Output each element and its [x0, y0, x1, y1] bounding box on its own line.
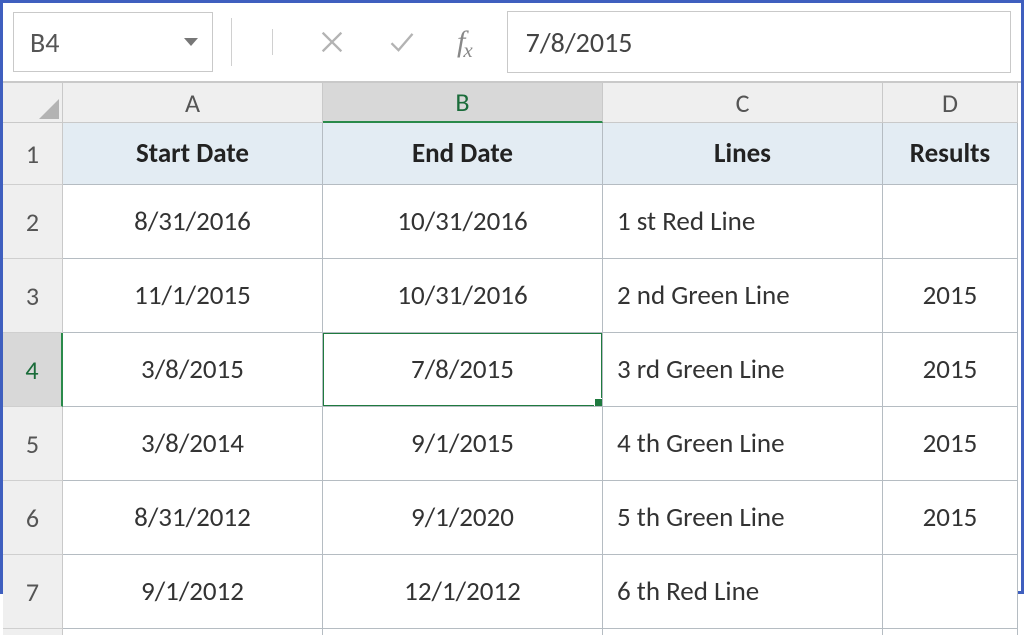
- row-header-2[interactable]: 2: [3, 185, 63, 259]
- cell-B5[interactable]: 9/1/2015: [323, 407, 603, 481]
- table-row: 7 9/1/2012 12/1/2012 6 th Red Line: [3, 555, 1021, 629]
- cell-D4[interactable]: 2015: [883, 333, 1018, 407]
- chevron-down-icon[interactable]: [184, 38, 198, 46]
- formula-input[interactable]: 7/8/2015: [507, 11, 1011, 73]
- enter-icon[interactable]: [387, 27, 417, 57]
- cell-A7[interactable]: 9/1/2012: [63, 555, 323, 629]
- formula-bar: B4 fx 7/8/2015: [3, 3, 1021, 83]
- formula-value: 7/8/2015: [526, 25, 633, 60]
- cell-C7[interactable]: 6 th Red Line: [603, 555, 883, 629]
- row-header-7[interactable]: 7: [3, 555, 63, 629]
- cell-C3[interactable]: 2 nd Green Line: [603, 259, 883, 333]
- cell-B7[interactable]: 12/1/2012: [323, 555, 603, 629]
- cell-B1[interactable]: End Date: [323, 123, 603, 185]
- divider: [231, 18, 232, 66]
- cell-C5[interactable]: 4 th Green Line: [603, 407, 883, 481]
- table-header-row: 1 Start Date End Date Lines Results: [3, 123, 1021, 185]
- name-box-value: B4: [30, 25, 59, 60]
- row-header-1[interactable]: 1: [3, 123, 63, 185]
- col-header-B[interactable]: B: [323, 83, 603, 123]
- row-header-5[interactable]: 5: [3, 407, 63, 481]
- cell-A2[interactable]: 8/31/2016: [63, 185, 323, 259]
- cell-D3[interactable]: 2015: [883, 259, 1018, 333]
- cell-A4[interactable]: 3/8/2015: [63, 333, 323, 407]
- table-row: [3, 629, 1021, 635]
- row-header-3[interactable]: 3: [3, 259, 63, 333]
- table-row: 2 8/31/2016 10/31/2016 1 st Red Line: [3, 185, 1021, 259]
- cell-D6[interactable]: 2015: [883, 481, 1018, 555]
- cell-C2[interactable]: 1 st Red Line: [603, 185, 883, 259]
- cell-D5[interactable]: 2015: [883, 407, 1018, 481]
- cell-B6[interactable]: 9/1/2020: [323, 481, 603, 555]
- table-row: 3 11/1/2015 10/31/2016 2 nd Green Line 2…: [3, 259, 1021, 333]
- cell-B8[interactable]: [323, 629, 603, 635]
- name-box[interactable]: B4: [13, 12, 213, 72]
- cell-B2[interactable]: 10/31/2016: [323, 185, 603, 259]
- cell-B4[interactable]: 7/8/2015: [323, 333, 603, 407]
- column-header-row: A B C D: [3, 83, 1021, 123]
- table-row: 5 3/8/2014 9/1/2015 4 th Green Line 2015: [3, 407, 1021, 481]
- cell-D1[interactable]: Results: [883, 123, 1018, 185]
- row-header-8[interactable]: [3, 629, 63, 635]
- col-header-A[interactable]: A: [63, 83, 323, 123]
- cell-C6[interactable]: 5 th Green Line: [603, 481, 883, 555]
- cell-A1[interactable]: Start Date: [63, 123, 323, 185]
- cell-A3[interactable]: 11/1/2015: [63, 259, 323, 333]
- cell-A8[interactable]: [63, 629, 323, 635]
- col-header-D[interactable]: D: [883, 83, 1018, 123]
- formula-bar-buttons: fx: [250, 25, 493, 59]
- cell-B3[interactable]: 10/31/2016: [323, 259, 603, 333]
- table-row: 6 8/31/2012 9/1/2020 5 th Green Line 201…: [3, 481, 1021, 555]
- cell-C8[interactable]: [603, 629, 883, 635]
- row-header-4[interactable]: 4: [3, 333, 63, 407]
- col-header-C[interactable]: C: [603, 83, 883, 123]
- dots-icon: [272, 29, 273, 55]
- cell-A5[interactable]: 3/8/2014: [63, 407, 323, 481]
- cell-C1[interactable]: Lines: [603, 123, 883, 185]
- cell-D2[interactable]: [883, 185, 1018, 259]
- spreadsheet-grid: A B C D 1 Start Date End Date Lines Resu…: [3, 83, 1021, 635]
- table-row: 4 3/8/2015 7/8/2015 3 rd Green Line 2015: [3, 333, 1021, 407]
- cell-D8[interactable]: [883, 629, 1018, 635]
- cell-C4[interactable]: 3 rd Green Line: [603, 333, 883, 407]
- cancel-icon[interactable]: [317, 27, 347, 57]
- select-all-corner[interactable]: [3, 83, 63, 123]
- insert-function-icon[interactable]: fx: [457, 25, 475, 59]
- row-header-6[interactable]: 6: [3, 481, 63, 555]
- cell-D7[interactable]: [883, 555, 1018, 629]
- cell-A6[interactable]: 8/31/2012: [63, 481, 323, 555]
